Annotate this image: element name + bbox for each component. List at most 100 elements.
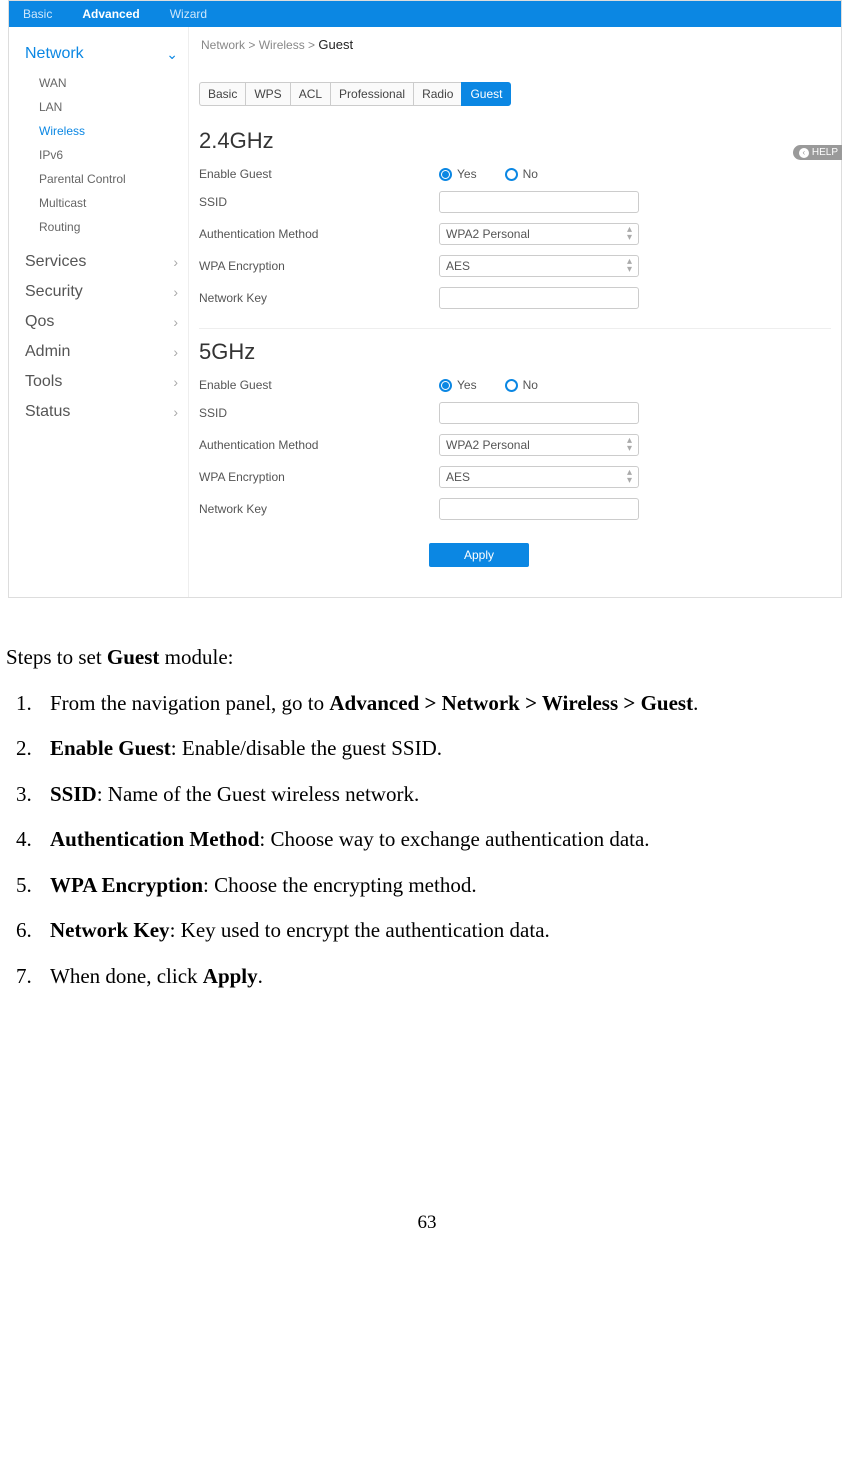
- sidebar-admin-label: Admin: [25, 343, 70, 361]
- radio-checked-icon: [439, 168, 452, 181]
- doc-s3-post: : Name of the Guest wireless network.: [97, 782, 420, 806]
- main-panel: Network > Wireless > Guest Basic WPS ACL…: [189, 27, 841, 597]
- doc-heading-pre: Steps to set: [6, 645, 107, 669]
- radio-5-yes-label: Yes: [457, 378, 477, 392]
- input-key-24[interactable]: [439, 287, 639, 309]
- doc-s7-pre: When done, click: [50, 964, 203, 988]
- subtab-basic[interactable]: Basic: [199, 82, 245, 106]
- doc-heading: Steps to set Guest module:: [6, 642, 848, 674]
- sidebar-item-ipv6[interactable]: IPv6: [39, 143, 188, 167]
- sidebar-section-services[interactable]: Services ›: [25, 247, 188, 277]
- breadcrumb-network[interactable]: Network: [201, 38, 245, 52]
- apply-button[interactable]: Apply: [429, 543, 529, 567]
- doc-step-6: 6.Network Key: Key used to encrypt the a…: [16, 915, 848, 947]
- stepper-icon: ▴▾: [627, 437, 632, 453]
- chevron-right-icon: ›: [173, 254, 178, 270]
- sidebar-network-label: Network: [25, 45, 84, 63]
- sidebar-section-qos[interactable]: Qos›: [25, 307, 188, 337]
- input-ssid-24[interactable]: [439, 191, 639, 213]
- doc-s1-bold: Advanced > Network > Wireless > Guest: [329, 691, 693, 715]
- topnav-advanced[interactable]: Advanced: [82, 7, 139, 21]
- subtab-guest[interactable]: Guest: [461, 82, 511, 106]
- doc-s5-post: : Choose the encrypting method.: [203, 873, 477, 897]
- breadcrumb: Network > Wireless > Guest: [201, 37, 831, 52]
- label-enable-guest-24: Enable Guest: [199, 167, 439, 181]
- top-nav: Basic Advanced Wizard: [9, 1, 841, 27]
- doc-step-5: 5.WPA Encryption: Choose the encrypting …: [16, 870, 848, 902]
- doc-s4-post: : Choose way to exchange authentication …: [259, 827, 649, 851]
- doc-s2-bold: Enable Guest: [50, 736, 171, 760]
- sidebar-item-lan[interactable]: LAN: [39, 95, 188, 119]
- select-auth-24-value: WPA2 Personal: [446, 227, 530, 241]
- stepper-icon: ▴▾: [627, 469, 632, 485]
- chevron-right-icon: ›: [173, 374, 178, 390]
- radio-5-no-label: No: [523, 378, 538, 392]
- label-auth-5: Authentication Method: [199, 438, 439, 452]
- radio-unchecked-icon: [505, 168, 518, 181]
- section-5ghz-title: 5GHz: [199, 339, 831, 365]
- sidebar-section-admin[interactable]: Admin ›: [25, 337, 188, 367]
- select-auth-24[interactable]: WPA2 Personal ▴▾: [439, 223, 639, 245]
- doc-s6-post: : Key used to encrypt the authentication…: [170, 918, 550, 942]
- topnav-wizard[interactable]: Wizard: [170, 7, 207, 21]
- sidebar-status-label: Status: [25, 403, 70, 421]
- label-auth-24: Authentication Method: [199, 227, 439, 241]
- doc-step-1: 1.From the navigation panel, go to Advan…: [16, 688, 848, 720]
- select-enc-5[interactable]: AES ▴▾: [439, 466, 639, 488]
- page-number: 63: [0, 1212, 854, 1234]
- breadcrumb-wireless[interactable]: Wireless: [259, 38, 305, 52]
- select-auth-5[interactable]: WPA2 Personal▴▾: [439, 434, 639, 456]
- select-enc-5-value: AES: [446, 470, 470, 484]
- doc-s6-bold: Network Key: [50, 918, 170, 942]
- sidebar-item-wan[interactable]: WAN: [39, 71, 188, 95]
- doc-s3-bold: SSID: [50, 782, 97, 806]
- radio-5-yes[interactable]: Yes: [439, 378, 477, 392]
- sidebar-item-routing[interactable]: Routing: [39, 215, 188, 239]
- sidebar-section-network[interactable]: Network ⌄: [25, 39, 188, 69]
- label-enable-guest-5: Enable Guest: [199, 378, 439, 392]
- doc-s2-post: : Enable/disable the guest SSID.: [171, 736, 442, 760]
- section-24ghz-title: 2.4GHz: [199, 128, 831, 154]
- doc-s1-pre: From the navigation panel, go to: [50, 691, 329, 715]
- label-key-24: Network Key: [199, 291, 439, 305]
- subtab-wps[interactable]: WPS: [245, 82, 289, 106]
- sidebar-security-label: Security: [25, 283, 83, 301]
- doc-step-7: 7.When done, click Apply.: [16, 961, 848, 993]
- help-button[interactable]: ‹ HELP: [793, 145, 842, 160]
- sidebar-tools-label: Tools: [25, 373, 62, 391]
- topnav-basic[interactable]: Basic: [23, 7, 52, 21]
- radio-5-no[interactable]: No: [505, 378, 538, 392]
- subtab-professional[interactable]: Professional: [330, 82, 413, 106]
- label-enc-5: WPA Encryption: [199, 470, 439, 484]
- radio-24-yes[interactable]: Yes: [439, 167, 477, 181]
- doc-step-4: 4.Authentication Method: Choose way to e…: [16, 824, 848, 856]
- sidebar: Network ⌄ WAN LAN Wireless IPv6 Parental…: [9, 27, 189, 597]
- chevron-right-icon: ›: [173, 284, 178, 300]
- help-label: HELP: [812, 147, 838, 158]
- doc-heading-post: module:: [159, 645, 233, 669]
- subtab-acl[interactable]: ACL: [290, 82, 330, 106]
- sidebar-section-tools[interactable]: Tools ›: [25, 367, 188, 397]
- sidebar-services-label: Services: [25, 253, 86, 271]
- select-enc-24-value: AES: [446, 259, 470, 273]
- radio-24-no[interactable]: No: [505, 167, 538, 181]
- sidebar-section-status[interactable]: Status›: [25, 397, 188, 427]
- input-ssid-5[interactable]: [439, 402, 639, 424]
- stepper-icon: ▴▾: [627, 226, 632, 242]
- subtab-radio[interactable]: Radio: [413, 82, 461, 106]
- chevron-down-icon: ⌄: [166, 46, 178, 63]
- doc-heading-bold: Guest: [107, 645, 160, 669]
- input-key-5[interactable]: [439, 498, 639, 520]
- label-ssid-5: SSID: [199, 406, 439, 420]
- chevron-right-icon: ›: [173, 344, 178, 360]
- doc-step-3: 3.SSID: Name of the Guest wireless netwo…: [16, 779, 848, 811]
- sidebar-item-multicast[interactable]: Multicast: [39, 191, 188, 215]
- sidebar-section-security[interactable]: Security ›: [25, 277, 188, 307]
- router-admin-screenshot: Basic Advanced Wizard Network ⌄ WAN LAN …: [8, 0, 842, 598]
- label-key-5: Network Key: [199, 502, 439, 516]
- sidebar-item-parental[interactable]: Parental Control: [39, 167, 188, 191]
- doc-s1-post: .: [693, 691, 698, 715]
- select-enc-24[interactable]: AES▴▾: [439, 255, 639, 277]
- divider: [199, 328, 831, 329]
- sidebar-item-wireless[interactable]: Wireless: [39, 119, 188, 143]
